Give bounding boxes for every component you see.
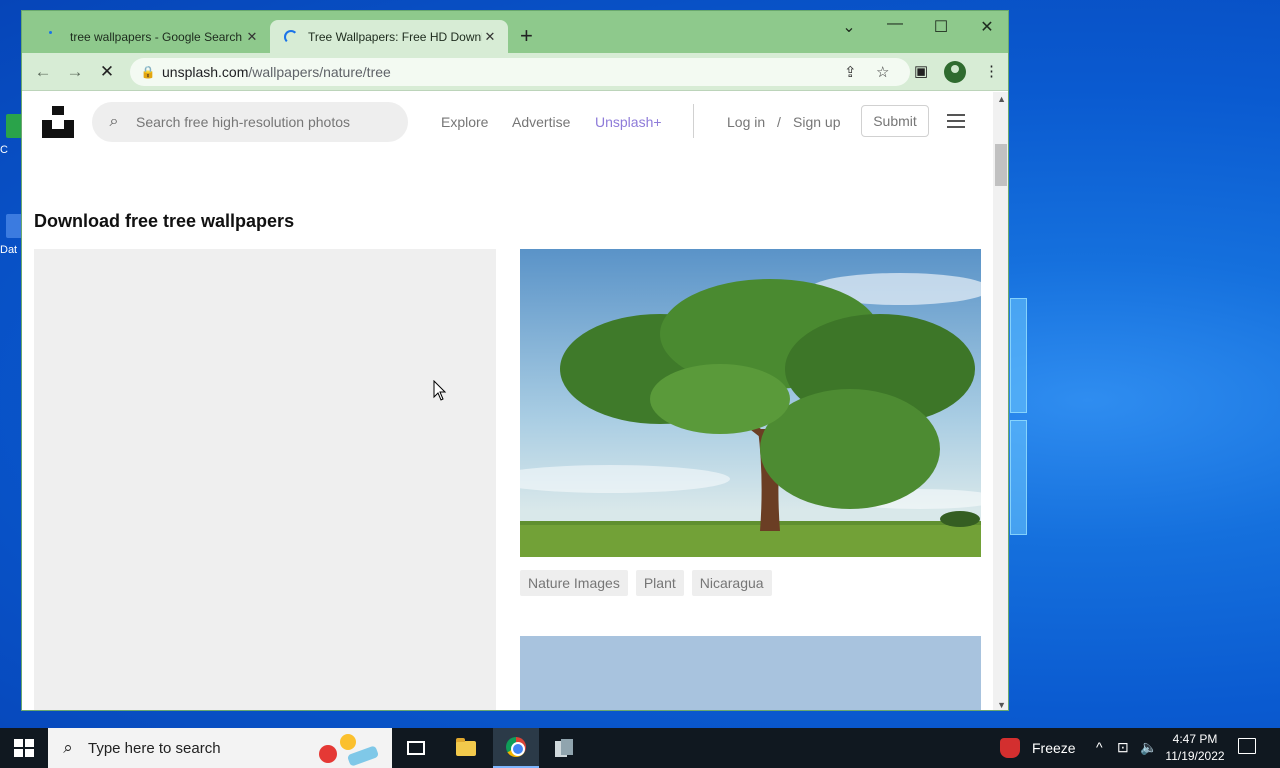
notifications-icon[interactable] [1238, 738, 1256, 754]
tree-photo-image [520, 249, 981, 557]
search-icon: ⌕ [63, 738, 73, 757]
scrollbar-thumb[interactable] [995, 144, 1007, 186]
forward-button[interactable]: → [64, 61, 86, 83]
windows-logo-pane [1010, 298, 1027, 413]
volume-icon[interactable]: 🔈 [1140, 739, 1157, 756]
chrome-icon [506, 737, 526, 757]
tab-title: tree wallpapers - Google Search [70, 29, 243, 44]
desktop-shortcut-icon[interactable]: C [0, 114, 24, 174]
bookmark-star-icon[interactable]: ☆ [876, 63, 889, 81]
close-window-button[interactable]: ✕ [972, 17, 1002, 37]
submit-photo-button[interactable]: Submit [861, 105, 929, 137]
chrome-menu-icon[interactable]: ⋮ [984, 62, 999, 80]
nav-explore[interactable]: Explore [441, 114, 488, 130]
chrome-taskbar-button[interactable] [493, 728, 539, 768]
login-signup-separator: / [777, 114, 781, 130]
clock-time: 4:47 PM [1172, 732, 1218, 746]
taskbar-search-placeholder: Type here to search [88, 739, 221, 757]
nav-divider [693, 104, 694, 138]
profile-avatar[interactable] [944, 61, 966, 83]
task-view-button[interactable] [393, 728, 439, 768]
freeze-tray-item[interactable]: Freeze [1000, 728, 1076, 768]
address-bar[interactable]: 🔒 unsplash.com/wallpapers/nature/tree ⇪ … [130, 58, 910, 86]
taskbar-search-input[interactable]: ⌕ Type here to search [48, 728, 392, 768]
windows-start-icon[interactable] [14, 739, 34, 757]
browser-window: tree wallpapers - Google Search ✕ Tree W… [21, 10, 1009, 711]
tab-google-search[interactable]: tree wallpapers - Google Search ✕ [32, 20, 270, 53]
url-path: /wallpapers/nature/tree [248, 64, 391, 80]
desktop-icon-label: C [0, 144, 8, 156]
site-header: ⌕ Search free high-resolution photos Exp… [22, 92, 992, 154]
nav-unsplash-plus[interactable]: Unsplash+ [595, 114, 662, 130]
desktop-shortcut-icon[interactable]: Dat [0, 214, 24, 274]
show-hidden-icons-icon[interactable]: ^ [1096, 739, 1103, 755]
clock-date: 11/19/2022 [1165, 749, 1225, 763]
search-icon: ⌕ [109, 113, 119, 130]
lock-icon[interactable]: 🔒 [134, 65, 162, 79]
desktop-icon-label: Dat [0, 244, 18, 256]
hamburger-menu-icon[interactable] [947, 114, 965, 128]
photo-tags: Nature Images Plant Nicaragua [520, 570, 772, 596]
search-placeholder: Search free high-resolution photos [136, 114, 351, 130]
browser-toolbar: ← → ✕ 🔒 unsplash.com/wallpapers/nature/t… [22, 53, 1008, 91]
tag-nature-images[interactable]: Nature Images [520, 570, 628, 596]
photo-placeholder[interactable] [520, 636, 981, 710]
freeze-icon [1000, 738, 1020, 758]
minimize-button[interactable]: — [880, 15, 910, 33]
photo-placeholder[interactable] [34, 249, 496, 710]
app-taskbar-button[interactable] [541, 728, 587, 768]
tab-unsplash[interactable]: Tree Wallpapers: Free HD Download ✕ [270, 20, 508, 53]
nav-advertise[interactable]: Advertise [512, 114, 570, 130]
app-icon [555, 739, 573, 757]
task-view-icon [407, 741, 425, 755]
file-explorer-button[interactable] [443, 728, 489, 768]
loading-spinner-icon [284, 29, 298, 44]
google-favicon-icon [46, 30, 60, 44]
tag-nicaragua[interactable]: Nicaragua [691, 570, 772, 596]
network-icon[interactable]: ⊡ [1117, 739, 1129, 756]
scroll-down-icon[interactable]: ▼ [997, 700, 1006, 710]
tab-close-icon[interactable]: ✕ [244, 29, 260, 45]
tree-photo[interactable] [520, 249, 981, 557]
scroll-up-icon[interactable]: ▲ [997, 94, 1006, 104]
photo-search-input[interactable]: ⌕ Search free high-resolution photos [92, 102, 408, 142]
vertical-scrollbar[interactable]: ▲ ▼ [993, 92, 1008, 710]
freeze-label: Freeze [1032, 740, 1076, 756]
mouse-cursor-icon [433, 380, 447, 401]
side-panel-icon[interactable]: ▣ [914, 62, 928, 80]
stop-loading-button[interactable]: ✕ [96, 61, 118, 83]
back-button[interactable]: ← [32, 61, 54, 83]
tab-close-icon[interactable]: ✕ [482, 29, 498, 45]
tab-title: Tree Wallpapers: Free HD Download [308, 29, 482, 44]
signup-link[interactable]: Sign up [793, 114, 840, 130]
search-highlight-icon [319, 734, 379, 766]
page-title: Download free tree wallpapers [34, 211, 295, 231]
tab-strip: tree wallpapers - Google Search ✕ Tree W… [22, 11, 1008, 53]
url-host: unsplash.com [162, 64, 249, 80]
new-tab-button[interactable]: + [520, 25, 533, 47]
system-clock[interactable]: 4:47 PM 11/19/2022 [1162, 731, 1228, 765]
login-link[interactable]: Log in [727, 114, 765, 130]
maximize-button[interactable]: ☐ [926, 17, 956, 37]
share-icon[interactable]: ⇪ [844, 63, 857, 81]
tag-plant[interactable]: Plant [635, 570, 684, 596]
folder-icon [456, 737, 476, 756]
taskbar: ⌕ Type here to search Freeze ^ ⊡ 🔈 4:47 … [0, 728, 1280, 768]
page-viewport: ⌕ Search free high-resolution photos Exp… [22, 92, 1008, 710]
windows-logo-pane [1010, 420, 1027, 535]
unsplash-logo-icon[interactable] [42, 106, 74, 138]
tab-search-button[interactable]: ⌄ [834, 17, 864, 37]
